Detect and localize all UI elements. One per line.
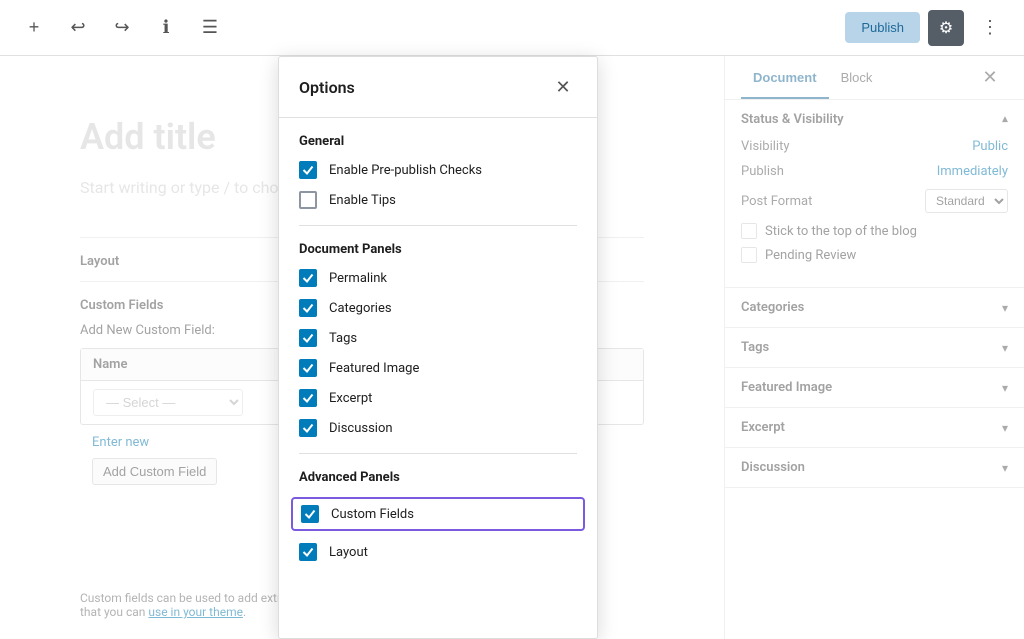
divider-2: [299, 453, 577, 454]
option-permalink: Permalink: [299, 269, 577, 287]
option-custom-fields: Custom Fields: [291, 497, 585, 531]
publish-button[interactable]: Publish: [845, 12, 920, 43]
document-panels-section-title: Document Panels: [299, 242, 577, 257]
modal-body: General Enable Pre-publish Checks Enable…: [279, 118, 597, 638]
tags-checkbox[interactable]: [299, 329, 317, 347]
add-block-button[interactable]: +: [16, 10, 52, 46]
option-tags: Tags: [299, 329, 577, 347]
excerpt-checkbox[interactable]: [299, 389, 317, 407]
modal-header: Options ✕: [279, 57, 597, 118]
featured-image-checkbox[interactable]: [299, 359, 317, 377]
undo-button[interactable]: ↩: [60, 10, 96, 46]
option-pre-publish: Enable Pre-publish Checks: [299, 161, 577, 179]
more-options-button[interactable]: ⋮: [972, 10, 1008, 46]
pre-publish-checkbox[interactable]: [299, 161, 317, 179]
option-tips: Enable Tips: [299, 191, 577, 209]
option-categories: Categories: [299, 299, 577, 317]
more-icon: ⋮: [981, 17, 999, 38]
custom-fields-checkbox[interactable]: [301, 505, 319, 523]
info-icon: ℹ: [163, 17, 170, 38]
tags-label: Tags: [329, 331, 357, 346]
tips-checkbox[interactable]: [299, 191, 317, 209]
option-discussion: Discussion: [299, 419, 577, 437]
custom-fields-label: Custom Fields: [331, 507, 414, 522]
settings-icon: ⚙: [939, 18, 953, 38]
toolbar: + ↩ ↪ ℹ ☰ Publish ⚙ ⋮: [0, 0, 1024, 56]
modal-close-button[interactable]: ✕: [549, 73, 577, 101]
undo-icon: ↩: [70, 17, 85, 38]
layout-label: Layout: [329, 545, 368, 560]
tips-label: Enable Tips: [329, 193, 396, 208]
modal-title: Options: [299, 78, 355, 97]
pre-publish-label: Enable Pre-publish Checks: [329, 163, 482, 178]
add-icon: +: [29, 17, 40, 38]
featured-image-label: Featured Image: [329, 361, 419, 376]
general-section-title: General: [299, 134, 577, 149]
list-icon: ☰: [202, 17, 218, 38]
permalink-label: Permalink: [329, 271, 387, 286]
permalink-checkbox[interactable]: [299, 269, 317, 287]
discussion-checkbox[interactable]: [299, 419, 317, 437]
categories-checkbox[interactable]: [299, 299, 317, 317]
categories-label: Categories: [329, 301, 392, 316]
discussion-label: Discussion: [329, 421, 393, 436]
settings-button[interactable]: ⚙: [928, 10, 964, 46]
redo-icon: ↪: [114, 17, 129, 38]
option-layout: Layout: [299, 543, 577, 561]
divider-1: [299, 225, 577, 226]
redo-button[interactable]: ↪: [104, 10, 140, 46]
options-modal: Options ✕ General Enable Pre-publish Che…: [278, 56, 598, 639]
list-view-button[interactable]: ☰: [192, 10, 228, 46]
option-featured-image: Featured Image: [299, 359, 577, 377]
excerpt-label: Excerpt: [329, 391, 372, 406]
layout-checkbox[interactable]: [299, 543, 317, 561]
info-button[interactable]: ℹ: [148, 10, 184, 46]
option-excerpt: Excerpt: [299, 389, 577, 407]
advanced-panels-section-title: Advanced Panels: [299, 470, 577, 485]
